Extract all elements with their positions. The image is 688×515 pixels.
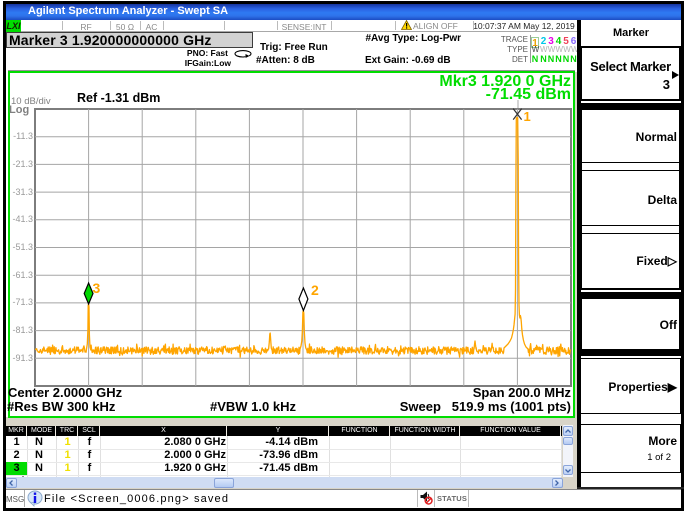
svg-text:3: 3 xyxy=(93,280,101,296)
svg-text:1: 1 xyxy=(524,109,531,124)
svg-text:2: 2 xyxy=(311,282,319,298)
